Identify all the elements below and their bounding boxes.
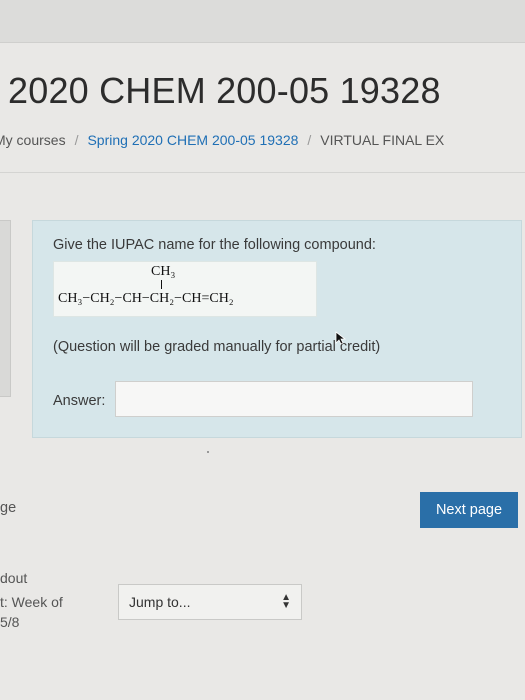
- answer-input[interactable]: [115, 381, 473, 417]
- breadcrumb-my-courses[interactable]: My courses: [0, 132, 66, 148]
- breadcrumb-separator: /: [74, 132, 79, 148]
- week-date-label: 5/8: [0, 614, 20, 630]
- formula-methyl-branch: CH₃: [151, 264, 176, 279]
- header-divider: [0, 172, 525, 173]
- updown-arrows-icon: ▲ ▼: [281, 592, 291, 611]
- page-title: 2020 CHEM 200-05 19328: [8, 70, 441, 111]
- jump-to-select[interactable]: Jump to... ▲ ▼: [118, 584, 302, 620]
- grading-note: (Question will be graded manually for pa…: [53, 339, 381, 355]
- breadcrumb-course-link[interactable]: Spring 2020 CHEM 200-05 19328: [87, 132, 298, 148]
- next-page-button[interactable]: Next page: [420, 492, 518, 528]
- handout-link[interactable]: dout: [0, 570, 27, 586]
- structural-formula: CH₃ CH₃−CH₂−CH−CH₂−CH=CH₂: [53, 261, 317, 317]
- formula-main-chain: CH₃−CH₂−CH−CH₂−CH=CH₂: [58, 291, 234, 306]
- week-of-link[interactable]: t: Week of: [0, 594, 63, 610]
- question-box: Give the IUPAC name for the following co…: [32, 220, 522, 438]
- mouse-cursor-icon: [335, 331, 347, 345]
- top-header-band: [0, 0, 525, 43]
- breadcrumb-final-exam[interactable]: VIRTUAL FINAL EX: [320, 132, 444, 148]
- decorative-dot: [207, 451, 209, 453]
- question-info-panel: [0, 220, 11, 397]
- previous-page-button[interactable]: ge: [0, 500, 16, 516]
- breadcrumb-separator: /: [307, 132, 312, 148]
- jump-to-label: Jump to...: [129, 594, 191, 610]
- breadcrumb: My courses / Spring 2020 CHEM 200-05 19328…: [0, 132, 525, 148]
- question-prompt: Give the IUPAC name for the following co…: [53, 237, 376, 253]
- answer-label: Answer:: [53, 393, 106, 409]
- formula-branch-bond: [161, 280, 162, 289]
